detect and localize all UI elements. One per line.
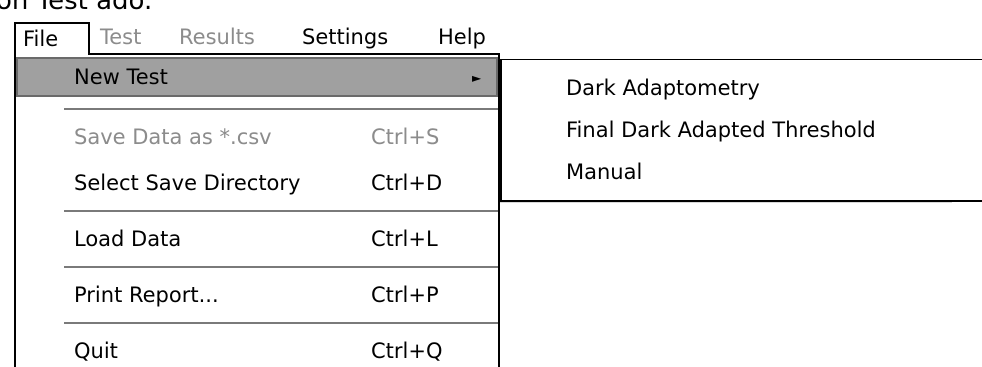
menu-help[interactable]: Help — [438, 22, 486, 55]
menu-separator — [64, 210, 498, 212]
app-stage: on Test ado. File Test Results Settings … — [0, 0, 982, 367]
menu-item-label: Print Report... — [74, 283, 219, 307]
submenu-item-manual[interactable]: Manual — [502, 150, 982, 194]
submenu-item-final-dark-adapted-threshold[interactable]: Final Dark Adapted Threshold — [502, 108, 982, 152]
menu-item-label: Quit — [74, 339, 118, 363]
submenu-item-label: Dark Adaptometry — [566, 76, 760, 100]
menu-file[interactable]: File — [14, 22, 90, 55]
window-title-fragment: on Test ado. — [0, 0, 153, 16]
menu-results[interactable]: Results — [179, 22, 255, 55]
menubar: File Test Results Settings Help — [14, 22, 982, 55]
submenu-item-label: Manual — [566, 160, 643, 184]
file-dropdown-menu: New Test ► Save Data as *.csv Ctrl+S Sel… — [14, 53, 500, 367]
menu-item-label: New Test — [74, 65, 168, 89]
menu-item-save-data-csv[interactable]: Save Data as *.csv Ctrl+S — [16, 117, 498, 157]
menu-item-label: Save Data as *.csv — [74, 125, 272, 149]
menu-item-shortcut: Ctrl+Q — [371, 339, 443, 363]
menu-item-select-save-directory[interactable]: Select Save Directory Ctrl+D — [16, 163, 498, 203]
menu-item-label: Select Save Directory — [74, 171, 301, 195]
menu-item-shortcut: Ctrl+L — [371, 227, 438, 251]
menu-item-load-data[interactable]: Load Data Ctrl+L — [16, 219, 498, 259]
submenu-item-label: Final Dark Adapted Threshold — [566, 118, 876, 142]
menu-test[interactable]: Test — [100, 22, 141, 55]
menu-item-print-report[interactable]: Print Report... Ctrl+P — [16, 275, 498, 315]
menu-separator — [64, 108, 498, 110]
new-test-submenu: Dark Adaptometry Final Dark Adapted Thre… — [500, 59, 982, 202]
submenu-item-dark-adaptometry[interactable]: Dark Adaptometry — [502, 66, 982, 110]
menu-item-shortcut: Ctrl+D — [371, 171, 443, 195]
menu-item-label: Load Data — [74, 227, 182, 251]
menu-separator — [64, 266, 498, 268]
submenu-arrow-icon: ► — [472, 71, 482, 85]
menu-item-shortcut: Ctrl+P — [371, 283, 439, 307]
menu-item-new-test[interactable]: New Test ► — [16, 57, 498, 97]
menu-item-quit[interactable]: Quit Ctrl+Q — [16, 331, 498, 367]
menu-item-shortcut: Ctrl+S — [371, 125, 440, 149]
menu-separator — [64, 322, 498, 324]
menu-settings[interactable]: Settings — [302, 22, 388, 55]
